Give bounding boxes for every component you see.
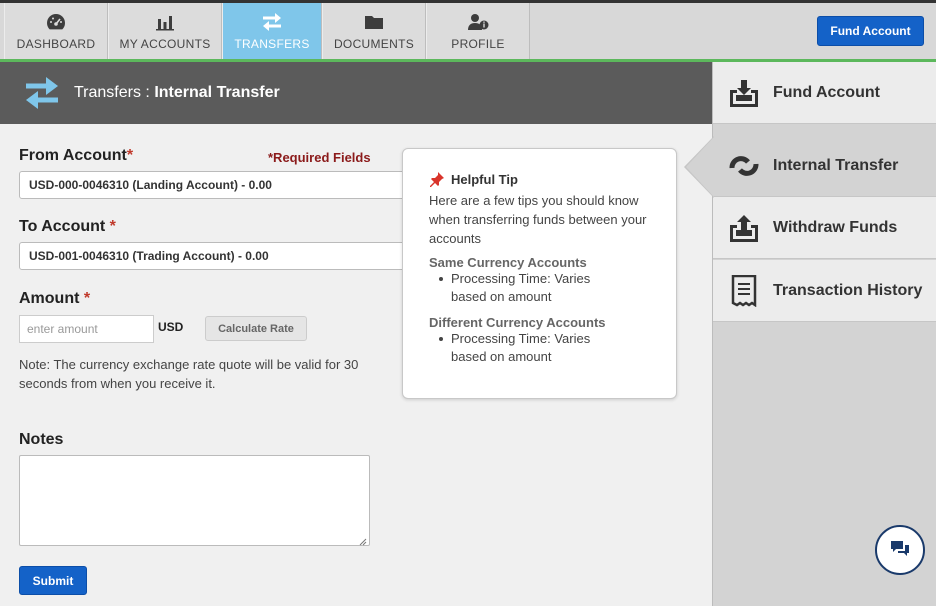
same-currency-list: Processing Time: Varies based on amount bbox=[439, 270, 676, 306]
withdraw-upload-icon bbox=[728, 212, 760, 244]
tab-transfers[interactable]: TRANSFERS bbox=[222, 3, 322, 59]
tab-label: DASHBOARD bbox=[16, 37, 96, 51]
sidebar-item-label: Transaction History bbox=[773, 281, 923, 299]
required-marker: * bbox=[126, 147, 134, 164]
from-account-label: From Account* bbox=[19, 147, 133, 165]
notes-textarea[interactable] bbox=[19, 455, 370, 546]
tip-title-text: Helpful Tip bbox=[451, 171, 518, 187]
label-text: From Account bbox=[19, 147, 127, 164]
helpful-tip-box: Helpful Tip Here are a few tips you shou… bbox=[402, 148, 677, 399]
tab-dashboard[interactable]: DASHBOARD bbox=[4, 3, 108, 59]
sidebar-item-withdraw-funds[interactable]: Withdraw Funds bbox=[713, 197, 936, 259]
submit-button[interactable]: Submit bbox=[19, 566, 87, 595]
sidebar-item-fund-account[interactable]: Fund Account bbox=[713, 62, 936, 124]
calculate-rate-button[interactable]: Calculate Rate bbox=[205, 316, 307, 341]
sidebar-item-label: Internal Transfer bbox=[773, 156, 899, 174]
folder-icon bbox=[364, 11, 384, 33]
label-text: Amount bbox=[19, 290, 80, 307]
tab-label: TRANSFERS bbox=[234, 37, 310, 51]
fund-account-button[interactable]: Fund Account bbox=[817, 16, 924, 46]
breadcrumb-separator: : bbox=[140, 84, 155, 101]
bar-chart-icon bbox=[155, 11, 175, 33]
tip-title: Helpful Tip bbox=[429, 171, 676, 187]
currency-label: USD bbox=[158, 320, 184, 334]
select-value: USD-001-0046310 (Trading Account) - 0.00 bbox=[29, 249, 269, 263]
chat-bubble-icon bbox=[889, 539, 911, 562]
breadcrumb-section: Transfers bbox=[74, 84, 141, 101]
sidebar-item-transaction-history[interactable]: Transaction History bbox=[713, 260, 936, 322]
top-navigation-bar: DASHBOARD MY ACCOUNTS TRANSFERS DOCUMENT… bbox=[0, 0, 936, 65]
tab-profile[interactable]: PROFILE bbox=[426, 3, 530, 59]
page-header: Transfers : Internal Transfer bbox=[0, 62, 712, 124]
amount-input[interactable] bbox=[19, 315, 154, 343]
chat-button[interactable] bbox=[875, 525, 925, 575]
page-title: Transfers : Internal Transfer bbox=[74, 84, 280, 102]
required-fields-note: *Required Fields bbox=[268, 150, 371, 165]
to-account-select[interactable]: USD-001-0046310 (Trading Account) - 0.00 bbox=[19, 242, 419, 270]
breadcrumb-page: Internal Transfer bbox=[154, 84, 280, 101]
main-nav: DASHBOARD MY ACCOUNTS TRANSFERS DOCUMENT… bbox=[4, 3, 530, 59]
tab-label: PROFILE bbox=[451, 37, 505, 51]
dashboard-icon bbox=[46, 11, 66, 33]
transfer-arrows-icon bbox=[261, 11, 283, 33]
required-marker: * bbox=[79, 290, 91, 307]
sidebar-item-internal-transfer[interactable]: Internal Transfer bbox=[713, 135, 936, 197]
to-account-label: To Account * bbox=[19, 218, 116, 236]
fund-download-icon bbox=[728, 77, 760, 109]
label-text: To Account bbox=[19, 218, 106, 235]
list-item: Processing Time: Varies based on amount bbox=[439, 330, 601, 366]
sidebar-item-label: Fund Account bbox=[773, 83, 880, 101]
tab-documents[interactable]: DOCUMENTS bbox=[322, 3, 426, 59]
transfer-arrows-icon bbox=[22, 73, 62, 113]
active-indicator-arrow-fill bbox=[686, 137, 714, 197]
notes-label: Notes bbox=[19, 431, 64, 448]
internal-transfer-icon bbox=[728, 150, 760, 182]
same-currency-title: Same Currency Accounts bbox=[429, 255, 587, 270]
amount-label: Amount * bbox=[19, 290, 90, 308]
pushpin-icon bbox=[429, 171, 445, 187]
different-currency-list: Processing Time: Varies based on amount bbox=[439, 330, 676, 366]
exchange-rate-note: Note: The currency exchange rate quote w… bbox=[19, 357, 359, 391]
receipt-icon bbox=[728, 274, 760, 307]
from-account-select[interactable]: USD-000-0046310 (Landing Account) - 0.00 bbox=[19, 171, 419, 199]
resize-grip-icon[interactable] bbox=[357, 533, 367, 546]
tip-intro: Here are a few tips you should know when… bbox=[429, 193, 647, 246]
tab-label: MY ACCOUNTS bbox=[119, 37, 211, 51]
tab-label: DOCUMENTS bbox=[333, 37, 415, 51]
select-value: USD-000-0046310 (Landing Account) - 0.00 bbox=[29, 178, 272, 192]
required-marker: * bbox=[105, 218, 116, 235]
different-currency-title: Different Currency Accounts bbox=[429, 315, 606, 330]
user-info-icon bbox=[467, 11, 489, 33]
sidebar-item-label: Withdraw Funds bbox=[773, 218, 898, 236]
tab-my-accounts[interactable]: MY ACCOUNTS bbox=[108, 3, 222, 59]
list-item: Processing Time: Varies based on amount bbox=[439, 270, 601, 306]
